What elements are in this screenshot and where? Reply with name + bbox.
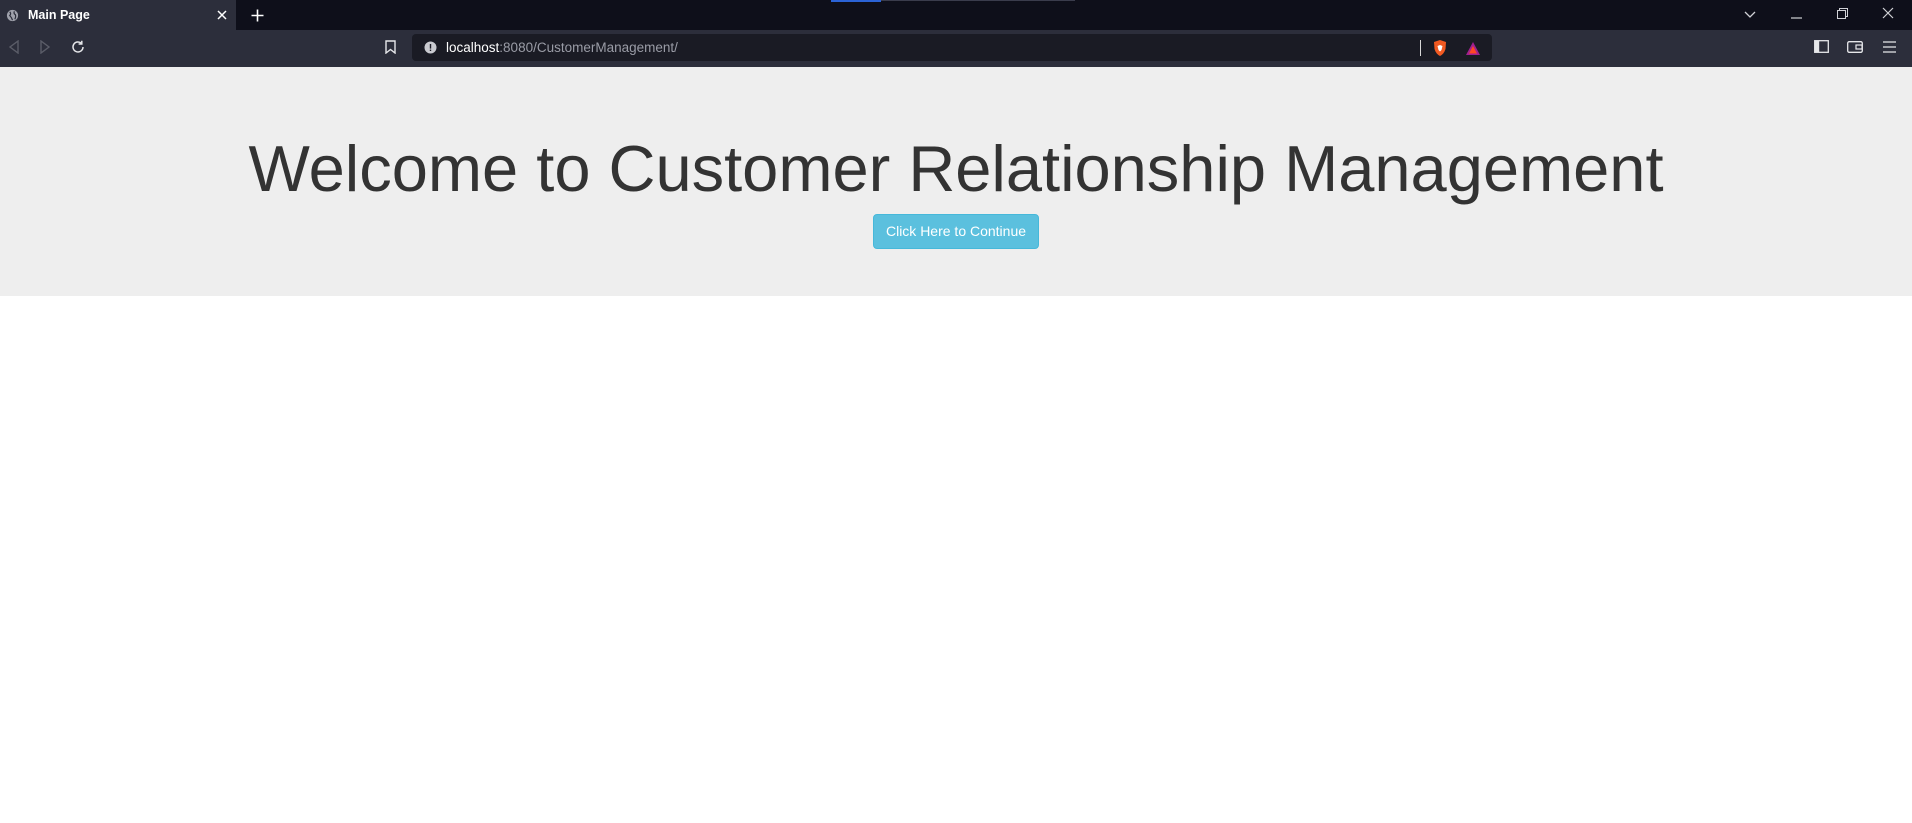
url-path: :8080/CustomerManagement/: [499, 40, 678, 55]
tab-title: Main Page: [28, 8, 90, 22]
hamburger-menu-icon: [1882, 40, 1896, 58]
chevron-down-icon: [1744, 6, 1756, 24]
brave-rewards-icon[interactable]: [1464, 39, 1482, 57]
url-text: localhost:8080/CustomerManagement/: [446, 40, 1492, 55]
page-heading: Welcome to Customer Relationship Managem…: [248, 132, 1664, 205]
new-tab-button[interactable]: [246, 4, 268, 26]
continue-button[interactable]: Click Here to Continue: [872, 214, 1040, 249]
loading-indicator: [831, 0, 881, 2]
minimize-button[interactable]: [1773, 0, 1819, 30]
bookmark-button[interactable]: [378, 37, 402, 61]
page-content: Welcome to Customer Relationship Managem…: [0, 67, 1912, 823]
address-bar[interactable]: localhost:8080/CustomerManagement/: [412, 34, 1492, 61]
url-host: localhost: [446, 40, 500, 55]
back-icon: [8, 39, 20, 59]
restore-icon: [1836, 6, 1848, 24]
forward-icon: [39, 39, 51, 59]
globe-icon: [5, 8, 19, 22]
close-icon[interactable]: [212, 5, 232, 25]
wallet-button[interactable]: [1843, 37, 1867, 61]
site-info-icon[interactable]: [423, 41, 437, 55]
back-button[interactable]: [2, 37, 26, 61]
forward-button[interactable]: [33, 37, 57, 61]
tab-strip: Main Page: [0, 0, 1912, 30]
sidebar-icon: [1813, 40, 1829, 58]
sidebar-button[interactable]: [1809, 37, 1833, 61]
restore-button[interactable]: [1819, 0, 1865, 30]
address-separator: [1420, 40, 1421, 56]
tab-main-page[interactable]: Main Page: [0, 0, 236, 30]
reload-button[interactable]: [66, 37, 90, 61]
jumbotron: Welcome to Customer Relationship Managem…: [0, 67, 1912, 296]
tab-list-button[interactable]: [1727, 0, 1773, 30]
wallet-icon: [1847, 40, 1863, 58]
menu-button[interactable]: [1877, 37, 1901, 61]
bookmark-icon: [384, 39, 396, 59]
window-close-button[interactable]: [1865, 0, 1911, 30]
browser-toolbar: localhost:8080/CustomerManagement/: [0, 30, 1912, 67]
minimize-icon: [1790, 6, 1802, 24]
brave-shields-icon[interactable]: [1431, 39, 1449, 57]
loading-track: [881, 0, 1075, 1]
reload-icon: [71, 40, 85, 59]
close-icon: [1882, 6, 1894, 24]
